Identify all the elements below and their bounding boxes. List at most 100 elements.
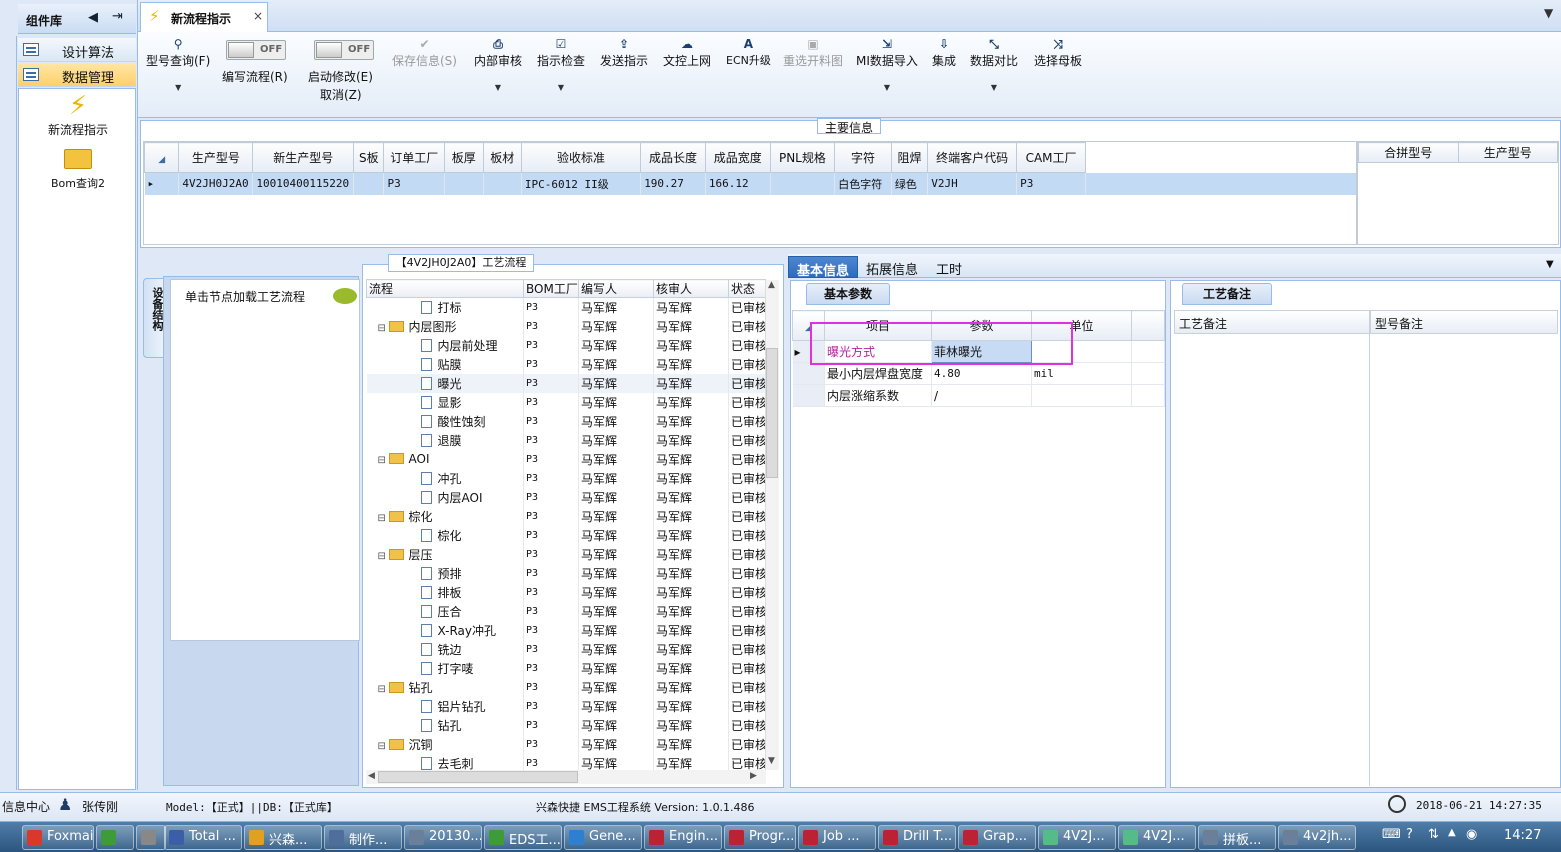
column-header[interactable]: 成品宽度 xyxy=(704,142,771,173)
tree-node[interactable]: X-Ray冲孔 xyxy=(366,620,524,640)
chevron-down-icon[interactable]: ▼ xyxy=(537,83,585,92)
tree-node[interactable]: 酸性蚀刻 xyxy=(366,411,524,431)
table-cell[interactable]: 已审核 xyxy=(728,392,766,412)
table-cell[interactable]: 已审核 xyxy=(728,506,766,526)
table-cell[interactable]: 已审核 xyxy=(728,582,766,602)
tree-node[interactable]: ⊟ 层压 xyxy=(366,544,524,564)
table-cell[interactable]: 马军辉 xyxy=(653,734,729,754)
column-header[interactable]: CAM工厂 xyxy=(1016,142,1086,173)
table-cell[interactable]: 马军辉 xyxy=(578,297,654,317)
param-value[interactable]: 4.80 xyxy=(931,362,1032,385)
table-cell[interactable]: 马军辉 xyxy=(578,753,654,771)
table-row[interactable]: 酸性蚀刻 P3 马军辉 马军辉 已审核 xyxy=(366,411,766,431)
sidebar-item-data-management[interactable]: 数据管理 xyxy=(18,63,136,87)
taskbar-item[interactable]: Grap... xyxy=(958,825,1036,850)
collapse-left-icon[interactable]: ◀ xyxy=(88,10,98,25)
data-compare-button[interactable]: ⤡ 数据对比 ▼ xyxy=(970,36,1018,92)
table-cell[interactable]: 马军辉 xyxy=(578,506,654,526)
table-cell[interactable]: 10010400115220 xyxy=(252,172,355,195)
table-cell[interactable]: 已审核 xyxy=(728,658,766,678)
table-cell[interactable]: 马军辉 xyxy=(653,753,729,771)
tree-node[interactable]: 铝片钻孔 xyxy=(366,696,524,716)
chevron-down-icon[interactable]: ▼ xyxy=(856,83,918,92)
table-row[interactable]: ⊟ 钻孔 P3 马军辉 马军辉 已审核 xyxy=(366,677,766,697)
table-cell[interactable]: 马军辉 xyxy=(578,582,654,602)
table-cell[interactable]: P3 xyxy=(523,392,579,412)
table-cell[interactable]: 已审核 xyxy=(728,677,766,697)
collapse-icon[interactable]: ⊟ xyxy=(378,741,387,752)
column-header[interactable]: 生产型号 xyxy=(178,142,254,173)
volume-icon[interactable]: ◉ xyxy=(1466,827,1477,842)
table-cell[interactable]: 白色字符 xyxy=(834,172,892,195)
table-row[interactable]: 排板 P3 马军辉 马军辉 已审核 xyxy=(366,582,766,602)
column-header[interactable]: 板厚 xyxy=(444,142,484,173)
column-header[interactable]: S板 xyxy=(353,142,385,173)
table-cell[interactable]: P3 xyxy=(523,734,579,754)
table-cell[interactable]: 已审核 xyxy=(728,544,766,564)
tab-list-dropdown-icon[interactable]: ▼ xyxy=(1544,6,1553,20)
table-cell[interactable]: 马军辉 xyxy=(578,468,654,488)
taskbar-item[interactable]: EDS工... xyxy=(484,825,562,850)
tab-basic-params[interactable]: 基本参数 xyxy=(806,283,890,305)
taskbar-item[interactable]: Job ... xyxy=(798,825,876,850)
tree-node[interactable]: 内层AOI xyxy=(366,487,524,507)
tree-node[interactable]: 贴膜 xyxy=(366,354,524,374)
column-header[interactable]: 型号备注 xyxy=(1370,310,1558,334)
table-row[interactable]: X-Ray冲孔 P3 马军辉 马军辉 已审核 xyxy=(366,620,766,640)
ecn-upgrade-button[interactable]: A ECN升级 xyxy=(726,36,771,68)
table-row[interactable]: ⊟ 沉铜 P3 马军辉 马军辉 已审核 xyxy=(366,734,766,754)
table-cell[interactable]: 已审核 xyxy=(728,411,766,431)
table-cell[interactable]: 马军辉 xyxy=(578,316,654,336)
column-header[interactable]: 字符 xyxy=(834,142,892,173)
chevron-down-icon[interactable]: ▼ xyxy=(146,83,210,92)
table-cell[interactable]: 马军辉 xyxy=(653,544,729,564)
table-cell[interactable]: 绿色 xyxy=(891,172,929,195)
table-cell[interactable]: P3 xyxy=(523,430,579,450)
table-cell[interactable]: 已审核 xyxy=(728,753,766,771)
table-row[interactable]: 最小内层焊盘宽度 4.80 mil xyxy=(792,362,1165,385)
table-row[interactable]: 去毛刺 P3 马军辉 马军辉 已审核 xyxy=(366,753,766,771)
table-cell[interactable]: 已审核 xyxy=(728,601,766,621)
select-mother-button[interactable]: ⤨ 选择母板 xyxy=(1034,36,1082,69)
table-cell[interactable]: 马军辉 xyxy=(578,563,654,583)
collapse-icon[interactable]: ⊟ xyxy=(378,323,387,334)
collapse-icon[interactable]: ⊟ xyxy=(378,684,387,695)
table-row[interactable]: 压合 P3 马军辉 马军辉 已审核 xyxy=(366,601,766,621)
table-cell[interactable]: 马军辉 xyxy=(578,715,654,735)
table-cell[interactable]: P3 xyxy=(523,563,579,583)
taskbar-item[interactable]: 20130... xyxy=(404,825,482,850)
table-row[interactable]: 内层AOI P3 马军辉 马军辉 已审核 xyxy=(366,487,766,507)
tree-node[interactable]: ⊟ 内层图形 xyxy=(366,316,524,336)
table-cell[interactable]: 马军辉 xyxy=(578,696,654,716)
table-cell[interactable]: 已审核 xyxy=(728,525,766,545)
table-cell[interactable] xyxy=(483,172,522,195)
table-row[interactable]: 显影 P3 马军辉 马军辉 已审核 xyxy=(366,392,766,412)
column-header[interactable]: PNL规格 xyxy=(769,142,836,173)
integrate-button[interactable]: ⇩ 集成 xyxy=(932,36,956,69)
help-icon[interactable]: ? xyxy=(1406,827,1413,842)
tree-node[interactable]: ⊟ 棕化 xyxy=(366,506,524,526)
keyboard-icon[interactable]: ⌨ xyxy=(1382,827,1401,842)
pin-icon[interactable]: ⇥ xyxy=(112,9,123,24)
model-notes-textarea[interactable] xyxy=(1370,334,1558,786)
type-query-button[interactable]: ⚲ 型号查询(F) ▼ xyxy=(146,36,210,92)
table-row[interactable]: 铝片钻孔 P3 马军辉 马军辉 已审核 xyxy=(366,696,766,716)
table-row[interactable]: 贴膜 P3 马军辉 马军辉 已审核 xyxy=(366,354,766,374)
table-cell[interactable]: 马军辉 xyxy=(578,335,654,355)
tree-node[interactable]: 钻孔 xyxy=(366,715,524,735)
tree-node[interactable]: 压合 xyxy=(366,601,524,621)
table-cell[interactable]: P3 xyxy=(383,172,446,195)
upload-doc-button[interactable]: ☁ 文控上网 xyxy=(663,36,711,69)
table-cell[interactable]: P3 xyxy=(523,677,579,697)
table-cell[interactable]: P3 xyxy=(523,335,579,355)
table-cell[interactable]: 马军辉 xyxy=(578,658,654,678)
column-header[interactable]: 生产型号 xyxy=(1457,142,1558,163)
table-row[interactable]: 钻孔 P3 马军辉 马军辉 已审核 xyxy=(366,715,766,735)
table-cell[interactable]: P3 xyxy=(1016,172,1086,195)
table-cell[interactable]: 马军辉 xyxy=(653,411,729,431)
taskbar-item[interactable]: 4V2J... xyxy=(1118,825,1196,850)
tray-expand-icon[interactable]: ▲ xyxy=(1448,827,1456,838)
table-cell[interactable]: 马军辉 xyxy=(653,487,729,507)
tab-basic-info[interactable]: 基本信息 xyxy=(788,256,859,279)
network-icon[interactable]: ⇅ xyxy=(1428,827,1439,842)
